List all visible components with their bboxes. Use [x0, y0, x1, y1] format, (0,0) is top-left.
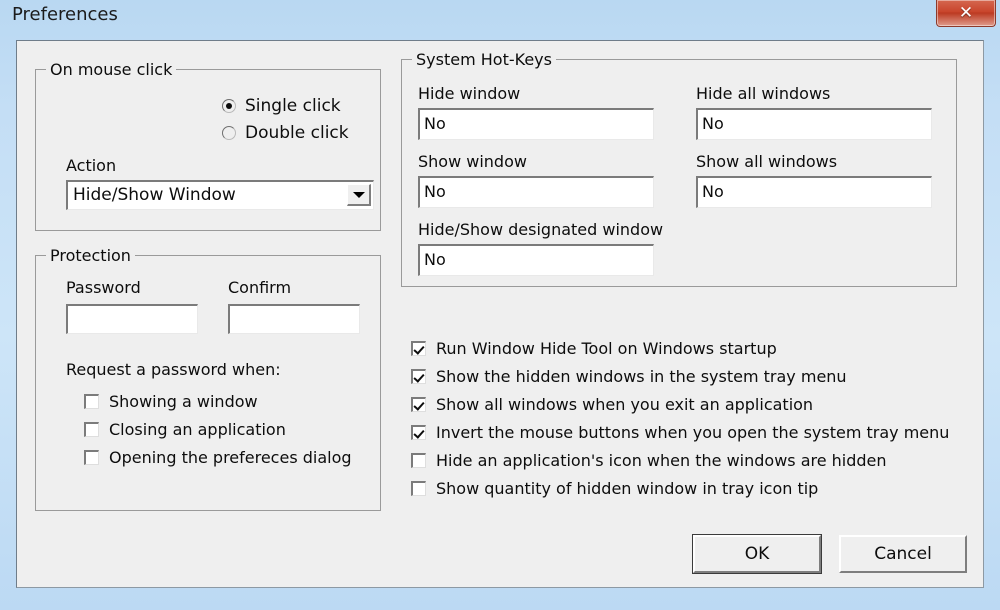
hotkey-hide-window-input[interactable]: No [418, 108, 654, 140]
hotkey-designated-window-label: Hide/Show designated window [418, 220, 664, 239]
request-password-label: Request a password when: [66, 360, 281, 379]
checkbox-show-all-on-exit[interactable]: Show all windows when you exit an applic… [411, 395, 813, 414]
checkbox-hide-app-icon-label: Hide an application's icon when the wind… [436, 451, 887, 470]
checkbox-closing-an-application-mark [84, 422, 99, 437]
confirm-input[interactable] [228, 304, 360, 334]
radio-single-click-label: Single click [245, 96, 341, 116]
checkbox-show-quantity-tray-tip[interactable]: Show quantity of hidden window in tray i… [411, 479, 818, 498]
checkbox-showing-a-window-label: Showing a window [109, 392, 258, 411]
checkbox-run-on-startup-label: Run Window Hide Tool on Windows startup [436, 339, 777, 358]
checkbox-invert-mouse-buttons-label: Invert the mouse buttons when you open t… [436, 423, 950, 442]
checkbox-showing-a-window[interactable]: Showing a window [84, 392, 258, 411]
password-label: Password [66, 278, 141, 297]
group-on-mouse-click: On mouse click Single click Double click… [35, 60, 381, 231]
password-input[interactable] [66, 304, 198, 334]
checkbox-show-all-on-exit-mark [411, 397, 426, 412]
group-protection: Protection Password Confirm Request a pa… [35, 246, 381, 511]
action-dropdown-button[interactable] [347, 184, 371, 206]
checkbox-showing-a-window-mark [84, 394, 99, 409]
hotkey-show-all-windows-label: Show all windows [696, 152, 838, 171]
window-frame: Preferences ✕ On mouse click Single clic… [0, 0, 1000, 610]
checkbox-closing-an-application-label: Closing an application [109, 420, 286, 439]
hotkey-show-window-label: Show window [418, 152, 527, 171]
hotkey-hide-window-label: Hide window [418, 84, 521, 103]
radio-double-click-label: Double click [245, 123, 349, 143]
action-dropdown-value: Hide/Show Window [73, 185, 236, 205]
group-system-hotkeys: System Hot-Keys Hide window No Hide all … [401, 50, 957, 287]
checkbox-show-all-on-exit-label: Show all windows when you exit an applic… [436, 395, 814, 414]
checkbox-opening-preferences-dialog[interactable]: Opening the prefereces dialog [84, 448, 352, 467]
action-dropdown[interactable]: Hide/Show Window [66, 180, 374, 210]
close-icon: ✕ [958, 2, 974, 23]
radio-double-click-mark [222, 126, 236, 140]
checkbox-closing-an-application[interactable]: Closing an application [84, 420, 286, 439]
title-bar[interactable]: Preferences ✕ [0, 0, 1000, 34]
checkbox-invert-mouse-buttons[interactable]: Invert the mouse buttons when you open t… [411, 423, 949, 442]
checkbox-invert-mouse-buttons-mark [411, 425, 426, 440]
hotkey-show-all-windows-input[interactable]: No [696, 176, 932, 208]
checkbox-show-hidden-in-tray-mark [411, 369, 426, 384]
checkbox-show-hidden-in-tray-label: Show the hidden windows in the system tr… [436, 367, 847, 386]
cancel-button[interactable]: Cancel [839, 535, 967, 573]
radio-double-click[interactable]: Double click [222, 123, 349, 143]
checkbox-show-quantity-tray-tip-mark [411, 481, 426, 496]
close-button[interactable]: ✕ [936, 0, 996, 27]
hotkey-hide-all-windows-label: Hide all windows [696, 84, 831, 103]
ok-button[interactable]: OK [692, 534, 822, 574]
checkbox-show-hidden-in-tray[interactable]: Show the hidden windows in the system tr… [411, 367, 847, 386]
group-system-hotkeys-title: System Hot-Keys [412, 50, 556, 69]
checkbox-opening-preferences-dialog-mark [84, 450, 99, 465]
dialog-client-area: On mouse click Single click Double click… [16, 40, 984, 588]
checkbox-run-on-startup-mark [411, 341, 426, 356]
chevron-down-icon [352, 191, 365, 198]
hotkey-designated-window-input[interactable]: No [418, 244, 654, 276]
radio-single-click-mark [222, 99, 236, 113]
checkbox-opening-preferences-dialog-label: Opening the prefereces dialog [109, 448, 352, 467]
checkbox-hide-app-icon-mark [411, 453, 426, 468]
action-label: Action [66, 156, 117, 175]
checkbox-show-quantity-tray-tip-label: Show quantity of hidden window in tray i… [436, 479, 819, 498]
confirm-label: Confirm [228, 278, 292, 297]
radio-single-click[interactable]: Single click [222, 96, 341, 116]
window-title: Preferences [12, 4, 118, 25]
checkbox-run-on-startup[interactable]: Run Window Hide Tool on Windows startup [411, 339, 777, 358]
checkbox-hide-app-icon[interactable]: Hide an application's icon when the wind… [411, 451, 887, 470]
hotkey-show-window-input[interactable]: No [418, 176, 654, 208]
group-on-mouse-click-title: On mouse click [46, 60, 177, 79]
group-protection-title: Protection [46, 246, 135, 265]
hotkey-hide-all-windows-input[interactable]: No [696, 108, 932, 140]
